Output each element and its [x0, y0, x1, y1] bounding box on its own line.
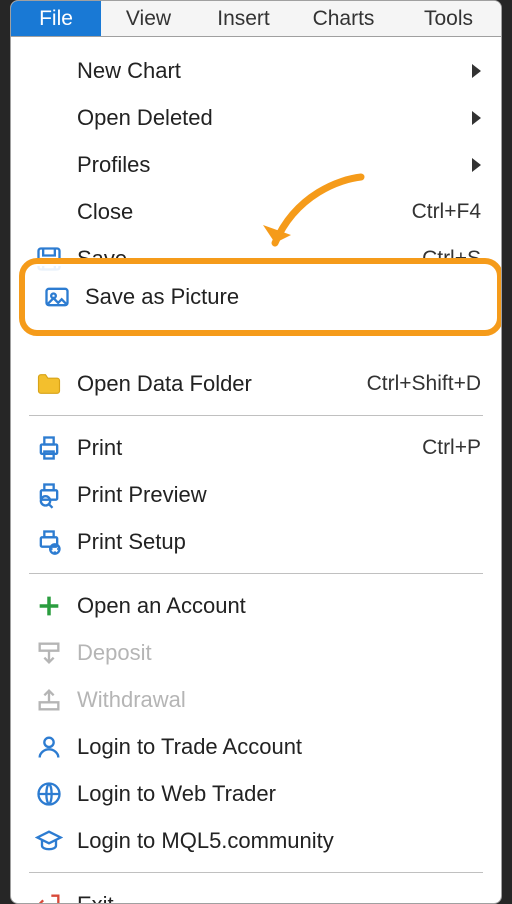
menu-label: Deposit	[77, 640, 481, 666]
menu-label: New Chart	[77, 58, 472, 84]
menu-label: Exit	[77, 892, 481, 904]
menubar-file[interactable]: File	[11, 1, 101, 36]
menu-label: Print Setup	[77, 529, 481, 555]
menu-print-setup[interactable]: Print Setup	[11, 518, 501, 565]
separator	[29, 872, 483, 873]
menu-label: Login to Trade Account	[77, 734, 481, 760]
submenu-arrow-icon	[472, 158, 481, 172]
menubar: File View Insert Charts Tools	[11, 1, 501, 37]
separator	[29, 415, 483, 416]
picture-icon	[29, 283, 85, 311]
menu-login-web[interactable]: Login to Web Trader	[11, 770, 501, 817]
print-preview-icon	[21, 481, 77, 509]
menu-label: Open an Account	[77, 593, 481, 619]
submenu-arrow-icon	[472, 64, 481, 78]
exit-icon	[21, 891, 77, 904]
menu-open-data-folder[interactable]: Open Data Folder Ctrl+Shift+D	[11, 360, 501, 407]
file-menu-window: File View Insert Charts Tools New Chart …	[10, 0, 502, 904]
deposit-icon	[21, 639, 77, 667]
menubar-insert[interactable]: Insert	[196, 1, 291, 36]
menu-label: Print Preview	[77, 482, 481, 508]
menu-label: Login to MQL5.community	[77, 828, 481, 854]
globe-icon	[21, 780, 77, 808]
menu-exit[interactable]: Exit	[11, 881, 501, 904]
shortcut-label: Ctrl+P	[422, 436, 481, 460]
file-dropdown: New Chart Open Deleted Profiles Close Ct…	[11, 37, 501, 904]
menu-label: Profiles	[77, 152, 472, 178]
menubar-tools[interactable]: Tools	[396, 1, 501, 36]
menu-open-deleted[interactable]: Open Deleted	[11, 94, 501, 141]
menu-deposit: Deposit	[11, 629, 501, 676]
shortcut-label: Ctrl+F4	[412, 200, 481, 224]
plus-icon	[21, 592, 77, 620]
submenu-arrow-icon	[472, 111, 481, 125]
separator	[29, 573, 483, 574]
menu-login-mql5[interactable]: Login to MQL5.community	[11, 817, 501, 864]
menu-save-as-picture[interactable]: Save as Picture	[19, 258, 502, 336]
menu-login-trade[interactable]: Login to Trade Account	[11, 723, 501, 770]
menu-label: Print	[77, 435, 422, 461]
menu-label: Save as Picture	[85, 284, 497, 310]
menu-label: Open Deleted	[77, 105, 472, 131]
menu-label: Open Data Folder	[77, 371, 367, 397]
shortcut-label: Ctrl+Shift+D	[367, 372, 481, 396]
withdrawal-icon	[21, 686, 77, 714]
menubar-view[interactable]: View	[101, 1, 196, 36]
menubar-charts[interactable]: Charts	[291, 1, 396, 36]
menu-label: Close	[77, 199, 412, 225]
menu-close[interactable]: Close Ctrl+F4	[11, 188, 501, 235]
menu-withdrawal: Withdrawal	[11, 676, 501, 723]
print-setup-icon	[21, 528, 77, 556]
printer-icon	[21, 434, 77, 462]
folder-icon	[21, 370, 77, 398]
menu-label: Login to Web Trader	[77, 781, 481, 807]
menu-open-account[interactable]: Open an Account	[11, 582, 501, 629]
user-icon	[21, 733, 77, 761]
menu-profiles[interactable]: Profiles	[11, 141, 501, 188]
menu-print-preview[interactable]: Print Preview	[11, 471, 501, 518]
graduation-cap-icon	[21, 827, 77, 855]
menu-print[interactable]: Print Ctrl+P	[11, 424, 501, 471]
menu-new-chart[interactable]: New Chart	[11, 47, 501, 94]
menu-label: Withdrawal	[77, 687, 481, 713]
